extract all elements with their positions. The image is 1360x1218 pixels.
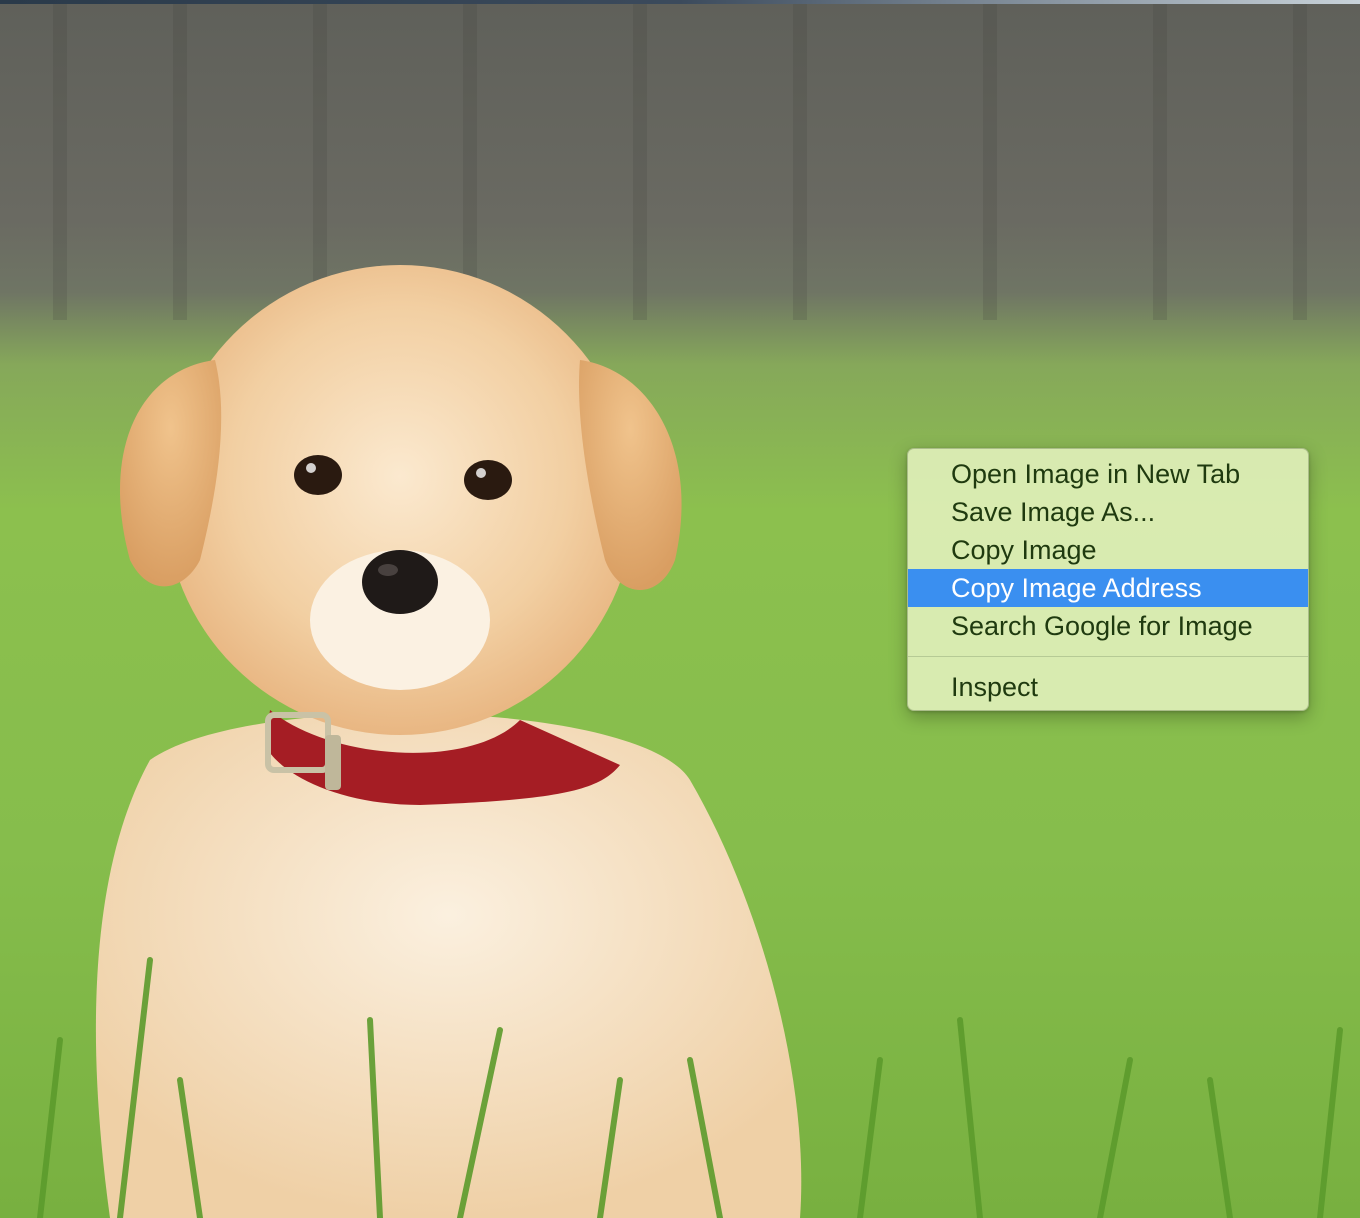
menu-item-inspect[interactable]: Inspect — [908, 668, 1308, 706]
top-edge-strip — [0, 0, 1360, 4]
menu-item-save-image-as[interactable]: Save Image As... — [908, 493, 1308, 531]
menu-item-copy-image[interactable]: Copy Image — [908, 531, 1308, 569]
image-context-menu: Open Image in New Tab Save Image As... C… — [907, 448, 1309, 711]
menu-item-copy-image-address[interactable]: Copy Image Address — [908, 569, 1308, 607]
menu-item-open-image-new-tab[interactable]: Open Image in New Tab — [908, 455, 1308, 493]
browser-viewport: Open Image in New Tab Save Image As... C… — [0, 0, 1360, 1218]
menu-item-search-google-for-image[interactable]: Search Google for Image — [908, 607, 1308, 645]
menu-separator — [908, 656, 1308, 657]
